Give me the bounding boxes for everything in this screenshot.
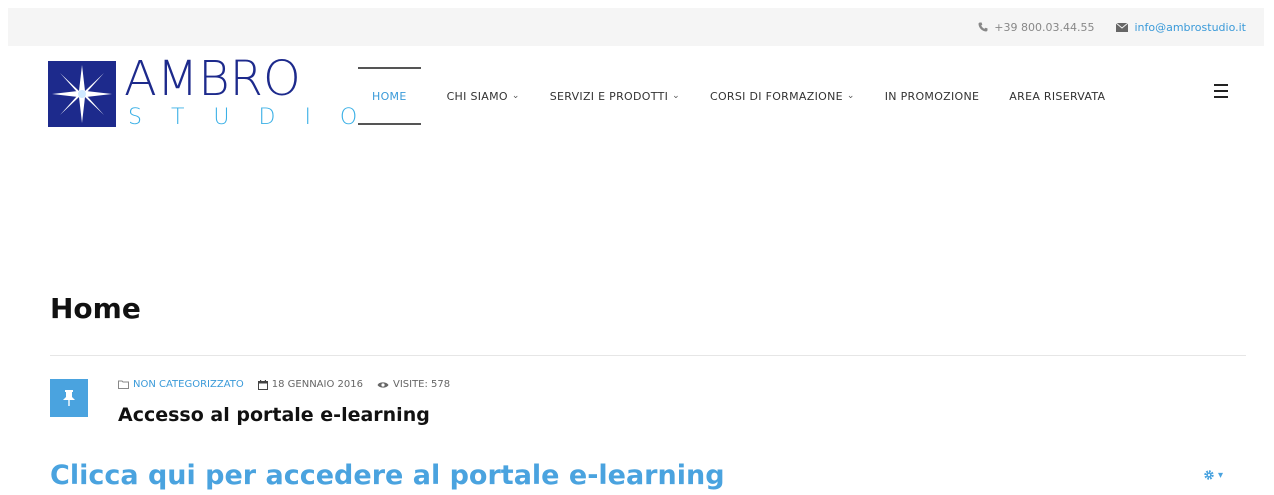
post-views: VISITE: 578 bbox=[377, 379, 450, 390]
main-navigation: HOME CHI SIAMO ⌄ SERVIZI E PRODOTTI ⌄ CO… bbox=[358, 67, 1135, 125]
envelope-icon bbox=[1116, 22, 1129, 32]
eye-icon bbox=[377, 381, 389, 388]
logo-tagline: STUDIO bbox=[128, 105, 387, 130]
nav-item-label: CORSI DI FORMAZIONE bbox=[709, 89, 843, 103]
calendar-icon bbox=[257, 379, 268, 390]
post-views-label: VISITE: 578 bbox=[392, 379, 451, 390]
nav-item-label: IN PROMOZIONE bbox=[884, 89, 980, 103]
star-logo-icon bbox=[48, 61, 116, 127]
phone-icon bbox=[978, 22, 988, 32]
nav-item-label: AREA RISERVATA bbox=[1009, 89, 1106, 103]
folder-icon bbox=[118, 380, 129, 389]
pushpin-icon bbox=[50, 379, 88, 417]
chevron-down-icon: ⌄ bbox=[511, 91, 520, 101]
top-contact-bar: +39 800.03.44.55 info@ambrostudio.it bbox=[8, 8, 1264, 46]
post-title[interactable]: Accesso al portale e-learning bbox=[118, 404, 430, 426]
logo-wordmark: AMBRO bbox=[124, 51, 301, 107]
divider bbox=[50, 355, 1246, 356]
post-category[interactable]: NON CATEGORIZZATO bbox=[118, 379, 244, 390]
chevron-down-icon: ⌄ bbox=[672, 91, 680, 101]
post-date: 18 GENNAIO 2016 bbox=[257, 379, 363, 390]
nav-item-label: SERVIZI E PRODOTTI bbox=[549, 89, 669, 103]
gear-icon bbox=[1204, 470, 1214, 480]
post-category-label: NON CATEGORIZZATO bbox=[133, 379, 244, 390]
caret-down-icon: ▾ bbox=[1218, 469, 1224, 481]
hamburger-icon[interactable] bbox=[1214, 84, 1228, 98]
nav-item-corsi-di-formazione[interactable]: CORSI DI FORMAZIONE ⌄ bbox=[710, 67, 855, 125]
post-date-label: 18 GENNAIO 2016 bbox=[271, 379, 363, 390]
chevron-down-icon: ⌄ bbox=[846, 91, 855, 101]
page-title: Home bbox=[50, 292, 141, 325]
site-logo[interactable]: AMBRO STUDIO bbox=[48, 53, 357, 131]
nav-item-chi-siamo[interactable]: CHI SIAMO ⌄ bbox=[447, 67, 520, 125]
nav-item-servizi-e-prodotti[interactable]: SERVIZI E PRODOTTI ⌄ bbox=[550, 67, 680, 125]
post-meta: NON CATEGORIZZATO 18 GENNAIO 2016 VISITE… bbox=[118, 379, 464, 390]
email-contact[interactable]: info@ambrostudio.it bbox=[1116, 21, 1246, 34]
e-learning-link[interactable]: Clicca qui per accedere al portale e-lea… bbox=[50, 460, 725, 491]
nav-item-label: HOME bbox=[372, 89, 407, 103]
nav-item-label: CHI SIAMO bbox=[446, 89, 508, 103]
phone-contact[interactable]: +39 800.03.44.55 bbox=[978, 21, 1094, 34]
phone-number: +39 800.03.44.55 bbox=[994, 20, 1095, 34]
email-link[interactable]: info@ambrostudio.it bbox=[1134, 21, 1246, 34]
nav-item-home[interactable]: HOME bbox=[358, 67, 421, 125]
article-tools-dropdown[interactable]: ▾ bbox=[1203, 469, 1223, 481]
nav-item-in-promozione[interactable]: IN PROMOZIONE bbox=[885, 67, 980, 125]
page: +39 800.03.44.55 info@ambrostudio.it AMB… bbox=[0, 0, 1274, 495]
nav-item-area-riservata[interactable]: AREA RISERVATA bbox=[1009, 67, 1105, 125]
